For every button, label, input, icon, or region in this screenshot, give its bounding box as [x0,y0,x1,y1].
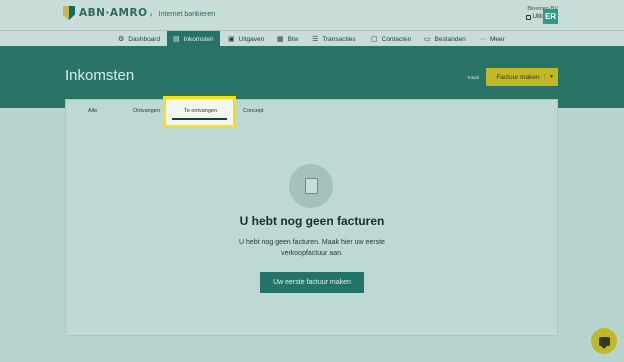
back-link-label: Internet bankieren [158,11,216,18]
shield-logo-icon [63,6,75,20]
nav-item-meer[interactable]: ··· Meer [479,31,505,47]
nav-label-inkomsten: Inkomsten [183,35,214,43]
chat-icon [598,336,610,349]
avatar[interactable]: ER [543,9,558,24]
chevron-left-icon: ‹ [150,10,153,19]
factuur-maken-button[interactable]: Factuur maken ▼ [486,68,558,86]
empty-state-text-line2: verkoopfactuur aan. [281,250,343,257]
nav-label-contacten: Contacten [381,35,412,43]
main-nav: ⚙ Dashboard ▤ Inkomsten ▣ Uitgaven ▦ Btw… [0,30,624,47]
factuur-maken-label: Factuur maken [496,73,540,81]
nav-item-contacten[interactable]: ▢ Contacten [371,31,411,47]
nav-item-dashboard[interactable]: ⚙ Dashboard [118,31,160,47]
nav-item-transacties[interactable]: ☰ Transacties [312,31,356,47]
chevron-down-icon[interactable]: ▼ [544,74,558,80]
tab-concept[interactable]: Concept [243,108,264,114]
nav-label-uitgaven: Uitgaven [238,35,265,43]
tax-icon: ▦ [277,35,284,43]
create-first-invoice-button[interactable]: Uw eerste factuur maken [260,272,364,293]
empty-state-text-line1: U hebt nog geen facturen. Maak hier uw e… [239,239,385,246]
nav-item-uitgaven[interactable]: ▣ Uitgaven [228,31,264,47]
page-title: Inkomsten [65,67,135,84]
empty-state-illustration [289,164,333,208]
gear-icon: ⚙ [118,35,125,43]
totaal-label: Totaal [467,75,480,80]
folder-icon: ▭ [424,35,431,43]
tab-te-ontvangen[interactable]: Te ontvangen [184,108,217,114]
nav-label-meer: Meer [490,35,505,43]
nav-label-transacties: Transacties [322,35,356,43]
nav-label-dashboard: Dashboard [128,35,161,43]
nav-item-bestanden[interactable]: ▭ Bestanden [424,31,466,47]
nav-label-bestanden: Bestanden [434,35,466,43]
wallet-icon: ▣ [228,35,235,43]
chat-button[interactable] [591,328,617,354]
contacts-icon: ▢ [371,35,378,43]
active-tab-underline [172,118,227,120]
lock-icon [525,14,531,20]
nav-item-btw[interactable]: ▦ Btw [277,31,298,47]
abn-amro-logo[interactable]: ABN·AMRO [63,6,148,20]
nav-item-inkomsten[interactable]: ▤ Inkomsten [167,31,220,47]
tab-alle[interactable]: Alle [88,108,97,114]
more-icon: ··· [479,35,486,43]
brand-name: ABN·AMRO [79,7,148,19]
empty-state-text: U hebt nog geen facturen. Maak hier uw e… [0,237,624,259]
internet-bankieren-link[interactable]: ‹ Internet bankieren [150,10,215,19]
tab-ontvangen[interactable]: Ontvangen [133,108,160,114]
document-icon: ▤ [173,35,180,43]
document-icon [301,178,318,198]
empty-state-title: U hebt nog geen facturen [239,214,385,228]
nav-label-btw: Btw [287,35,299,43]
list-icon: ☰ [312,35,319,43]
